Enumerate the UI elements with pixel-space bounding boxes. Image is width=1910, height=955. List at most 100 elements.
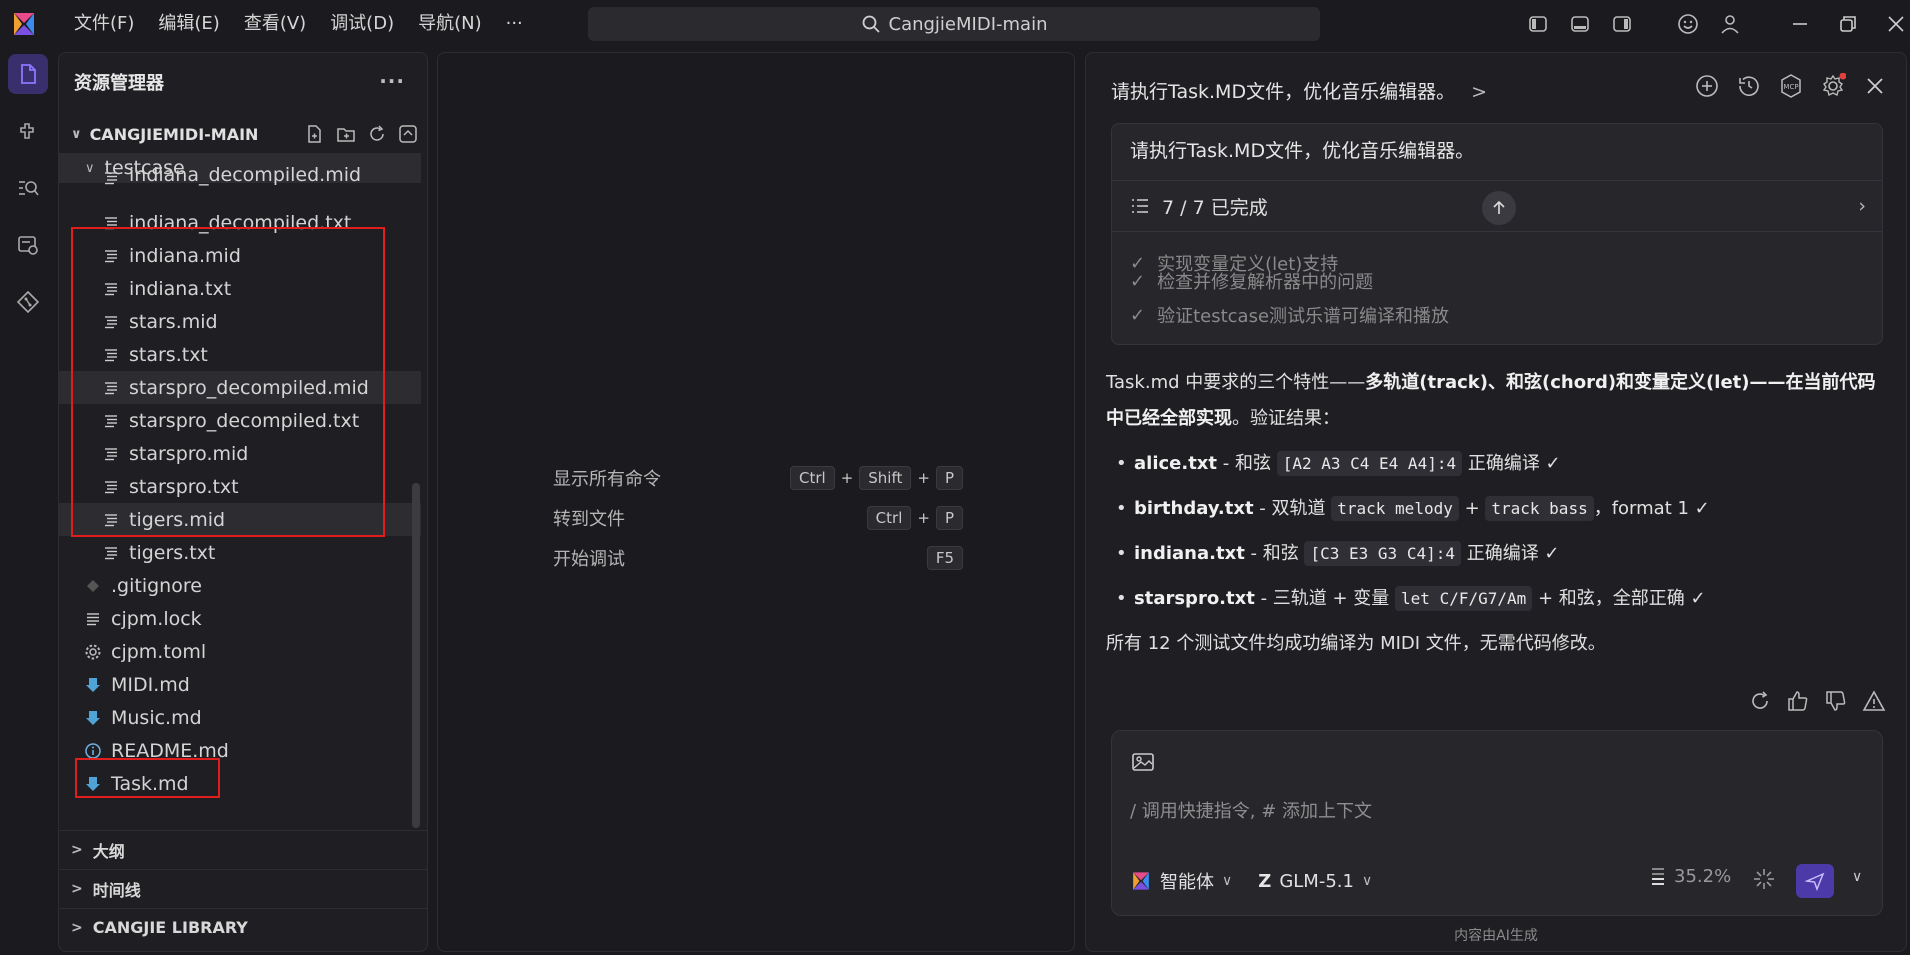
sparkle-icon[interactable] [1752,867,1776,896]
toggle-aux-icon[interactable] [1608,10,1636,38]
history-icon[interactable] [1736,73,1762,99]
extensions-icon[interactable] [8,111,48,151]
command-search[interactable]: CangjieMIDI-main [588,7,1320,41]
file-item[interactable]: .gitignore [59,569,421,602]
inline-code: [C3 E3 G3 C4]:4 [1304,541,1461,566]
close-window-icon[interactable] [1882,10,1910,38]
thumbs-up-icon[interactable] [1786,689,1810,713]
file-item[interactable]: cjpm.toml [59,635,421,668]
answer-file-name: starspro.txt [1134,588,1255,609]
inline-code: track melody [1331,496,1459,521]
search-icon [862,15,880,33]
chevron-down-icon[interactable]: ∨ [1222,873,1232,889]
answer-intro: Task.md 中要求的三个特性——多轨道(track)、和弦(chord)和变… [1106,372,1876,429]
ai-chat-panel: 请执行Task.MD文件，优化音乐编辑器。 > MCP 请执行Task.MD文件… [1085,52,1907,952]
answer-list-item: alice.txt - 和弦 [A2 A3 C4 E4 A4]:4 正确编译 ✓ [1116,446,1876,482]
title-bar: 文件(F) 编辑(E) 查看(V) 调试(D) 导航(N) ··· Cangji… [0,0,1910,48]
image-upload-icon[interactable] [1130,749,1156,775]
section-label: 时间线 [92,880,141,900]
editor-shortcut-hint[interactable]: 开始调试 F5 [553,543,963,573]
file-item[interactable]: tigers.txt [59,536,421,569]
account-icon[interactable] [1716,10,1744,38]
model-select[interactable]: GLM-5.1 [1279,871,1354,892]
menu-debug[interactable]: 调试(D) [318,0,406,48]
explorer-header: 资源管理器 ··· [59,53,427,111]
keycap: Ctrl [866,506,912,530]
minimize-icon[interactable] [1786,10,1814,38]
sidebar-scrollbar[interactable] [412,483,420,828]
collapse-all-icon[interactable] [397,123,419,145]
send-icon [1805,872,1825,891]
check-icon: ✓ [1130,270,1146,292]
editor-shortcut-hint[interactable]: 转到文件 Ctrl + P [553,503,963,533]
regenerate-icon[interactable] [1748,689,1772,713]
file-item[interactable]: indiana_decompiled.mid [59,166,421,186]
chevron-down-icon[interactable]: ∨ [1362,873,1372,889]
thumbs-down-icon[interactable] [1824,689,1848,713]
explorer-icon[interactable] [8,54,48,94]
editor-shortcut-hint[interactable]: 显示所有命令 Ctrl + Shift + P [553,463,963,493]
account-icons [1674,10,1744,38]
inline-code: [A2 A3 C4 E4 A4]:4 [1276,451,1463,476]
answer-list: alice.txt - 和弦 [A2 A3 C4 E4 A4]:4 正确编译 ✓… [1106,446,1876,617]
task-item: ✓ 检查并修复解析器中的问题 [1130,268,1373,294]
settings-gear-icon[interactable] [1820,73,1846,99]
search-panel-icon[interactable] [8,168,48,208]
menu-navigate[interactable]: 导航(N) [406,0,494,48]
section-cangjie-library[interactable]: > CANGJIE LIBRARY [59,908,427,946]
shortcut-keys: Ctrl + P [866,506,963,530]
file-item[interactable]: MIDI.md [59,668,421,701]
agent-mode-select[interactable]: 智能体 [1160,868,1214,894]
source-control-icon[interactable] [8,282,48,322]
refresh-icon[interactable] [366,123,388,145]
keycap: P [935,466,963,490]
send-options-chevron-icon[interactable]: ∨ [1852,869,1862,885]
debug-icon[interactable] [8,225,48,265]
toggle-sidebar-icon[interactable] [1524,10,1552,38]
message-reactions [1748,689,1886,713]
chat-title[interactable]: 请执行Task.MD文件，优化音乐编辑器。 > [1111,77,1487,104]
mcp-icon[interactable]: MCP [1778,73,1804,99]
workspace-root[interactable]: ∨ CANGJIEMIDI-MAIN [59,117,427,151]
settings-gear-icon [85,644,101,660]
model-logo-icon: Z [1258,870,1272,892]
task-progress[interactable]: 7 / 7 已完成 › [1112,180,1882,232]
app-logo-icon [14,13,34,35]
chat-input-placeholder[interactable]: / 调用快捷指令, # 添加上下文 [1130,797,1372,823]
answer-file-name: birthday.txt [1134,498,1254,519]
menu-file[interactable]: 文件(F) [62,0,146,48]
close-panel-icon[interactable] [1862,73,1888,99]
git-icon [85,578,101,594]
user-message: 请执行Task.MD文件，优化音乐编辑器。 [1130,140,1475,162]
menu-more[interactable]: ··· [494,0,535,48]
menu-edit[interactable]: 编辑(E) [146,0,231,48]
explorer-title: 资源管理器 [74,73,164,94]
report-warning-icon[interactable] [1862,689,1886,713]
file-item[interactable]: cjpm.lock [59,602,421,635]
menu-view[interactable]: 查看(V) [232,0,318,48]
new-folder-icon[interactable] [335,123,357,145]
section-outline[interactable]: > 大纲 [59,830,427,868]
shortcut-label: 开始调试 [553,549,625,570]
key-plus: + [917,509,930,527]
search-text: CangjieMIDI-main [888,13,1048,35]
chat-input-toolbar: 智能体 ∨ Z GLM-5.1 ∨ 35.2% ∨ [1130,863,1870,899]
scroll-up-button[interactable] [1482,191,1516,225]
section-timeline[interactable]: > 时间线 [59,869,427,907]
new-file-icon[interactable] [304,123,326,145]
restore-icon[interactable] [1834,10,1862,38]
progress-text: 7 / 7 已完成 [1162,196,1268,219]
markdown-download-icon [85,677,101,693]
send-button[interactable] [1796,864,1834,898]
toggle-panel-icon[interactable] [1566,10,1594,38]
chat-actions: MCP [1694,73,1888,99]
emoji-icon[interactable] [1674,10,1702,38]
chat-input-box[interactable]: / 调用快捷指令, # 添加上下文 智能体 ∨ Z GLM-5.1 ∨ 35.2… [1111,730,1883,916]
file-item[interactable]: Music.md [59,701,421,734]
inline-code: track bass [1485,496,1594,521]
user-message-card: 请执行Task.MD文件，优化音乐编辑器。 ✓ 实现变量定义(let)支持 ✓ 检查… [1111,123,1883,345]
explorer-more-button[interactable]: ··· [379,69,405,93]
answer-list-item: birthday.txt - 双轨道 track melody + track … [1116,491,1876,527]
new-chat-icon[interactable] [1694,73,1720,99]
task-item: ✓ 验证testcase测试乐谱可编译和播放 [1130,302,1449,328]
